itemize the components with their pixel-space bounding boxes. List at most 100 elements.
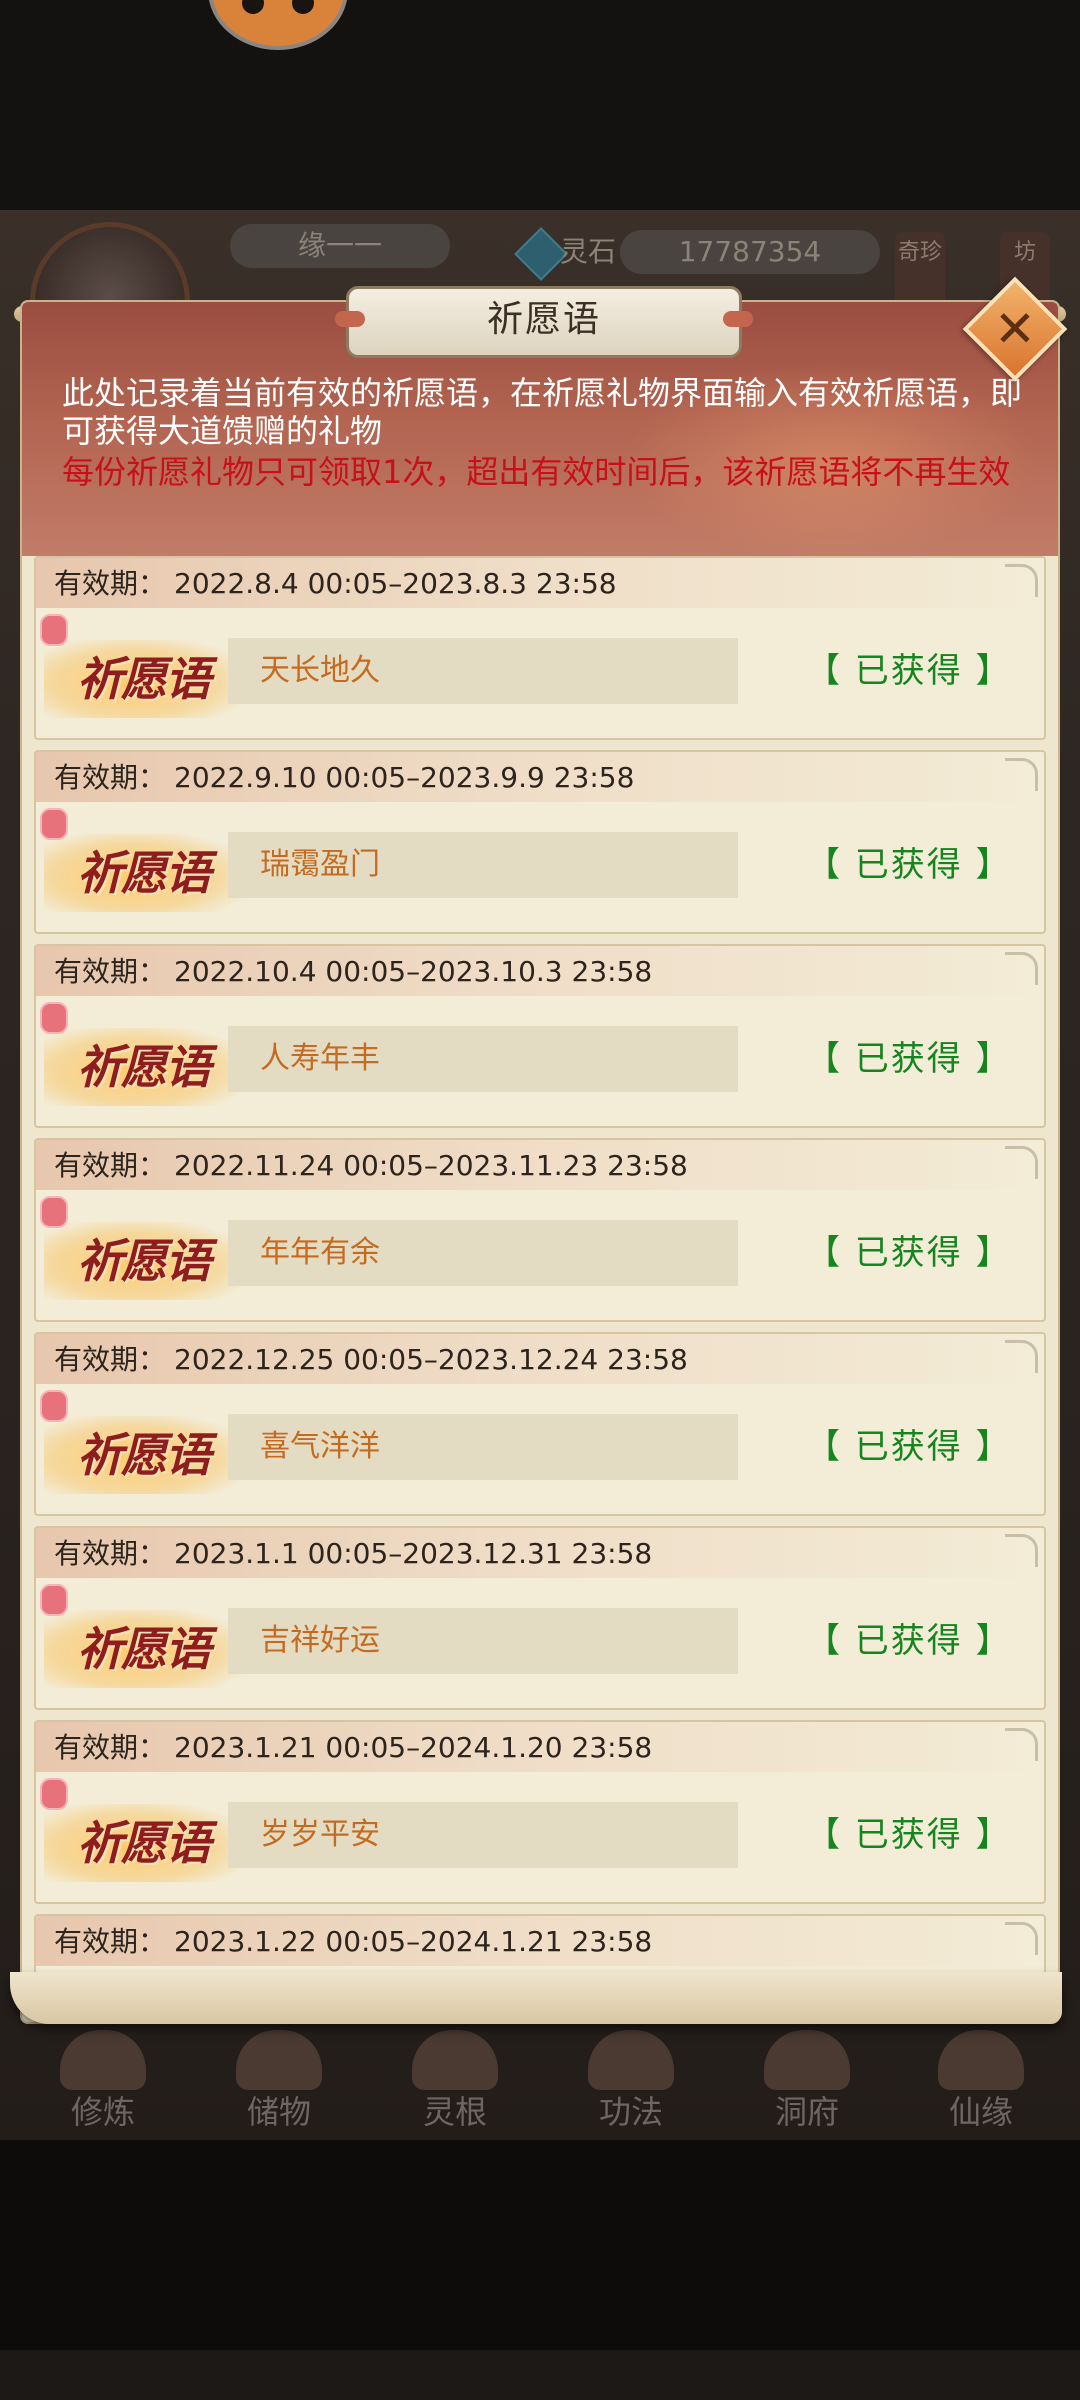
wish-phrase-dialog: 此处记录着当前有效的祈愿语，在祈愿礼物界面输入有效祈愿语，即可获得大道馈赠的礼物… <box>22 302 1058 2022</box>
status-obtained: 【 已获得 】 <box>806 651 1012 691</box>
nav-label: 修炼 <box>70 2093 135 2131</box>
corner-ornament <box>1005 952 1038 985</box>
wish-phrase: 年年有余 <box>260 1235 380 1270</box>
entry-period: 有效期： 2022.8.4 00:05–2023.8.3 23:58 <box>54 562 617 606</box>
corner-ornament <box>1005 758 1038 791</box>
status-obtained: 【 已获得 】 <box>806 1815 1012 1855</box>
entry-period: 有效期： 2022.11.24 00:05–2023.11.23 23:58 <box>54 1144 688 1188</box>
period-value: 2023.1.1 00:05–2023.12.31 23:58 <box>174 1537 653 1570</box>
wish-badge: 祈愿语 <box>44 1222 242 1300</box>
corner-ornament <box>1005 564 1038 597</box>
period-label: 有效期： <box>54 567 167 600</box>
period-label: 有效期： <box>54 1537 167 1570</box>
dialog-warning: 每份祈愿礼物只可领取1次，超出有效时间后，该祈愿语将不再生效 <box>62 453 1011 491</box>
storage-bag-icon <box>236 2030 322 2090</box>
nav-label: 灵根 <box>422 2093 487 2131</box>
period-label: 有效期： <box>54 1149 167 1182</box>
phrase-box: 年年有余 <box>228 1220 738 1286</box>
wish-badge: 祈愿语 <box>44 834 242 912</box>
phrase-box: 岁岁平安 <box>228 1802 738 1868</box>
cave-house-icon <box>764 2030 850 2090</box>
spirit-root-icon <box>412 2030 498 2090</box>
nav-item-cave[interactable]: 洞府 <box>732 2030 882 2140</box>
status-obtained: 【 已获得 】 <box>806 1039 1012 1079</box>
wish-phrase: 天长地久 <box>260 653 380 688</box>
phrase-box: 天长地久 <box>228 638 738 704</box>
corner-ornament <box>1005 1340 1038 1373</box>
currency-value: 17787354 <box>620 230 880 274</box>
period-value: 2023.1.21 00:05–2024.1.20 23:58 <box>174 1731 653 1764</box>
status-obtained: 【 已获得 】 <box>806 1427 1012 1467</box>
wish-phrase: 吉祥好运 <box>260 1623 380 1658</box>
dialog-title-plate: 祈愿语 <box>335 286 753 358</box>
wish-badge: 祈愿语 <box>44 1804 242 1882</box>
portrait-eye <box>292 0 314 14</box>
period-value: 2022.12.25 00:05–2023.12.24 23:58 <box>174 1343 688 1376</box>
nav-label: 储物 <box>246 2093 311 2131</box>
nav-item-immortal-fate[interactable]: 仙缘 <box>906 2030 1056 2140</box>
wish-entry: 有效期： 2022.10.4 00:05–2023.10.3 23:58 祈愿语 … <box>34 944 1046 1128</box>
wish-badge: 祈愿语 <box>44 1028 242 1106</box>
period-label: 有效期： <box>54 1731 167 1764</box>
top-strip <box>0 0 1080 210</box>
corner-ornament <box>1005 1922 1038 1955</box>
period-value: 2023.1.22 00:05–2024.1.21 23:58 <box>174 1925 653 1958</box>
wish-phrase: 岁岁平安 <box>260 1817 380 1852</box>
currency-name: 灵石 <box>560 235 617 268</box>
nav-item-technique[interactable]: 功法 <box>556 2030 706 2140</box>
nav-label: 洞府 <box>774 2093 839 2131</box>
wish-badge: 祈愿语 <box>44 1416 242 1494</box>
corner-ornament <box>1005 1728 1038 1761</box>
bottom-bar <box>0 2350 1080 2400</box>
dialog-title: 祈愿语 <box>486 299 601 340</box>
entry-period: 有效期： 2022.10.4 00:05–2023.10.3 23:58 <box>54 950 652 994</box>
nav-item-cultivate[interactable]: 修炼 <box>28 2030 178 2140</box>
close-icon: ✕ <box>994 300 1036 358</box>
entry-period: 有效期： 2022.9.10 00:05–2023.9.9 23:58 <box>54 756 634 800</box>
wish-entry: 有效期： 2023.1.1 00:05–2023.12.31 23:58 祈愿语 … <box>34 1526 1046 1710</box>
wish-entry: 有效期： 2022.8.4 00:05–2023.8.3 23:58 祈愿语 天长… <box>34 556 1046 740</box>
status-obtained: 【 已获得 】 <box>806 845 1012 885</box>
wish-phrase: 人寿年丰 <box>260 1041 380 1076</box>
scroll-icon <box>588 2030 674 2090</box>
entry-period: 有效期： 2023.1.21 00:05–2024.1.20 23:58 <box>54 1726 652 1770</box>
wish-entry: 有效期： 2022.11.24 00:05–2023.11.23 23:58 祈愿… <box>34 1138 1046 1322</box>
wish-phrase: 瑞霭盈门 <box>260 847 380 882</box>
period-label: 有效期： <box>54 761 167 794</box>
nav-label: 功法 <box>598 2093 663 2131</box>
entry-period: 有效期： 2023.1.1 00:05–2023.12.31 23:58 <box>54 1532 652 1576</box>
cultivate-icon <box>60 2030 146 2090</box>
period-value: 2022.10.4 00:05–2023.10.3 23:58 <box>174 955 653 988</box>
entry-period: 有效期： 2023.1.22 00:05–2024.1.21 23:58 <box>54 1920 652 1964</box>
phrase-box: 人寿年丰 <box>228 1026 738 1092</box>
nav-item-storage[interactable]: 储物 <box>204 2030 354 2140</box>
wish-badge: 祈愿语 <box>44 1610 242 1688</box>
period-label: 有效期： <box>54 1343 167 1376</box>
period-value: 2022.11.24 00:05–2023.11.23 23:58 <box>174 1149 688 1182</box>
period-value: 2022.8.4 00:05–2023.8.3 23:58 <box>174 567 617 600</box>
period-label: 有效期： <box>54 1925 167 1958</box>
wish-phrase: 喜气洋洋 <box>260 1429 380 1464</box>
immortal-fate-icon <box>938 2030 1024 2090</box>
period-label: 有效期： <box>54 955 167 988</box>
title-ornament-right <box>723 311 753 327</box>
status-obtained: 【 已获得 】 <box>806 1233 1012 1273</box>
bottom-nav: 修炼 储物 灵根 功法 洞府 仙缘 <box>0 2030 1080 2140</box>
bottom-dark-area <box>0 2140 1080 2350</box>
dialog-description: 此处记录着当前有效的祈愿语，在祈愿礼物界面输入有效祈愿语，即可获得大道馈赠的礼物 <box>62 374 1023 450</box>
title-ornament-left <box>335 311 365 327</box>
phrase-box: 喜气洋洋 <box>228 1414 738 1480</box>
entry-period: 有效期： 2022.12.25 00:05–2023.12.24 23:58 <box>54 1338 688 1382</box>
nav-item-spirit-root[interactable]: 灵根 <box>380 2030 530 2140</box>
period-value: 2022.9.10 00:05–2023.9.9 23:58 <box>174 761 635 794</box>
status-obtained: 【 已获得 】 <box>806 1621 1012 1661</box>
nav-label: 仙缘 <box>948 2093 1013 2131</box>
wish-badge: 祈愿语 <box>44 640 242 718</box>
phrase-box: 吉祥好运 <box>228 1608 738 1674</box>
corner-ornament <box>1005 1146 1038 1179</box>
corner-ornament <box>1005 1534 1038 1567</box>
scroll-roll-bottom <box>10 1972 1062 2024</box>
wish-entry: 有效期： 2022.12.25 00:05–2023.12.24 23:58 祈愿… <box>34 1332 1046 1516</box>
portrait-eye <box>242 0 264 14</box>
wish-entry: 有效期： 2022.9.10 00:05–2023.9.9 23:58 祈愿语 瑞… <box>34 750 1046 934</box>
